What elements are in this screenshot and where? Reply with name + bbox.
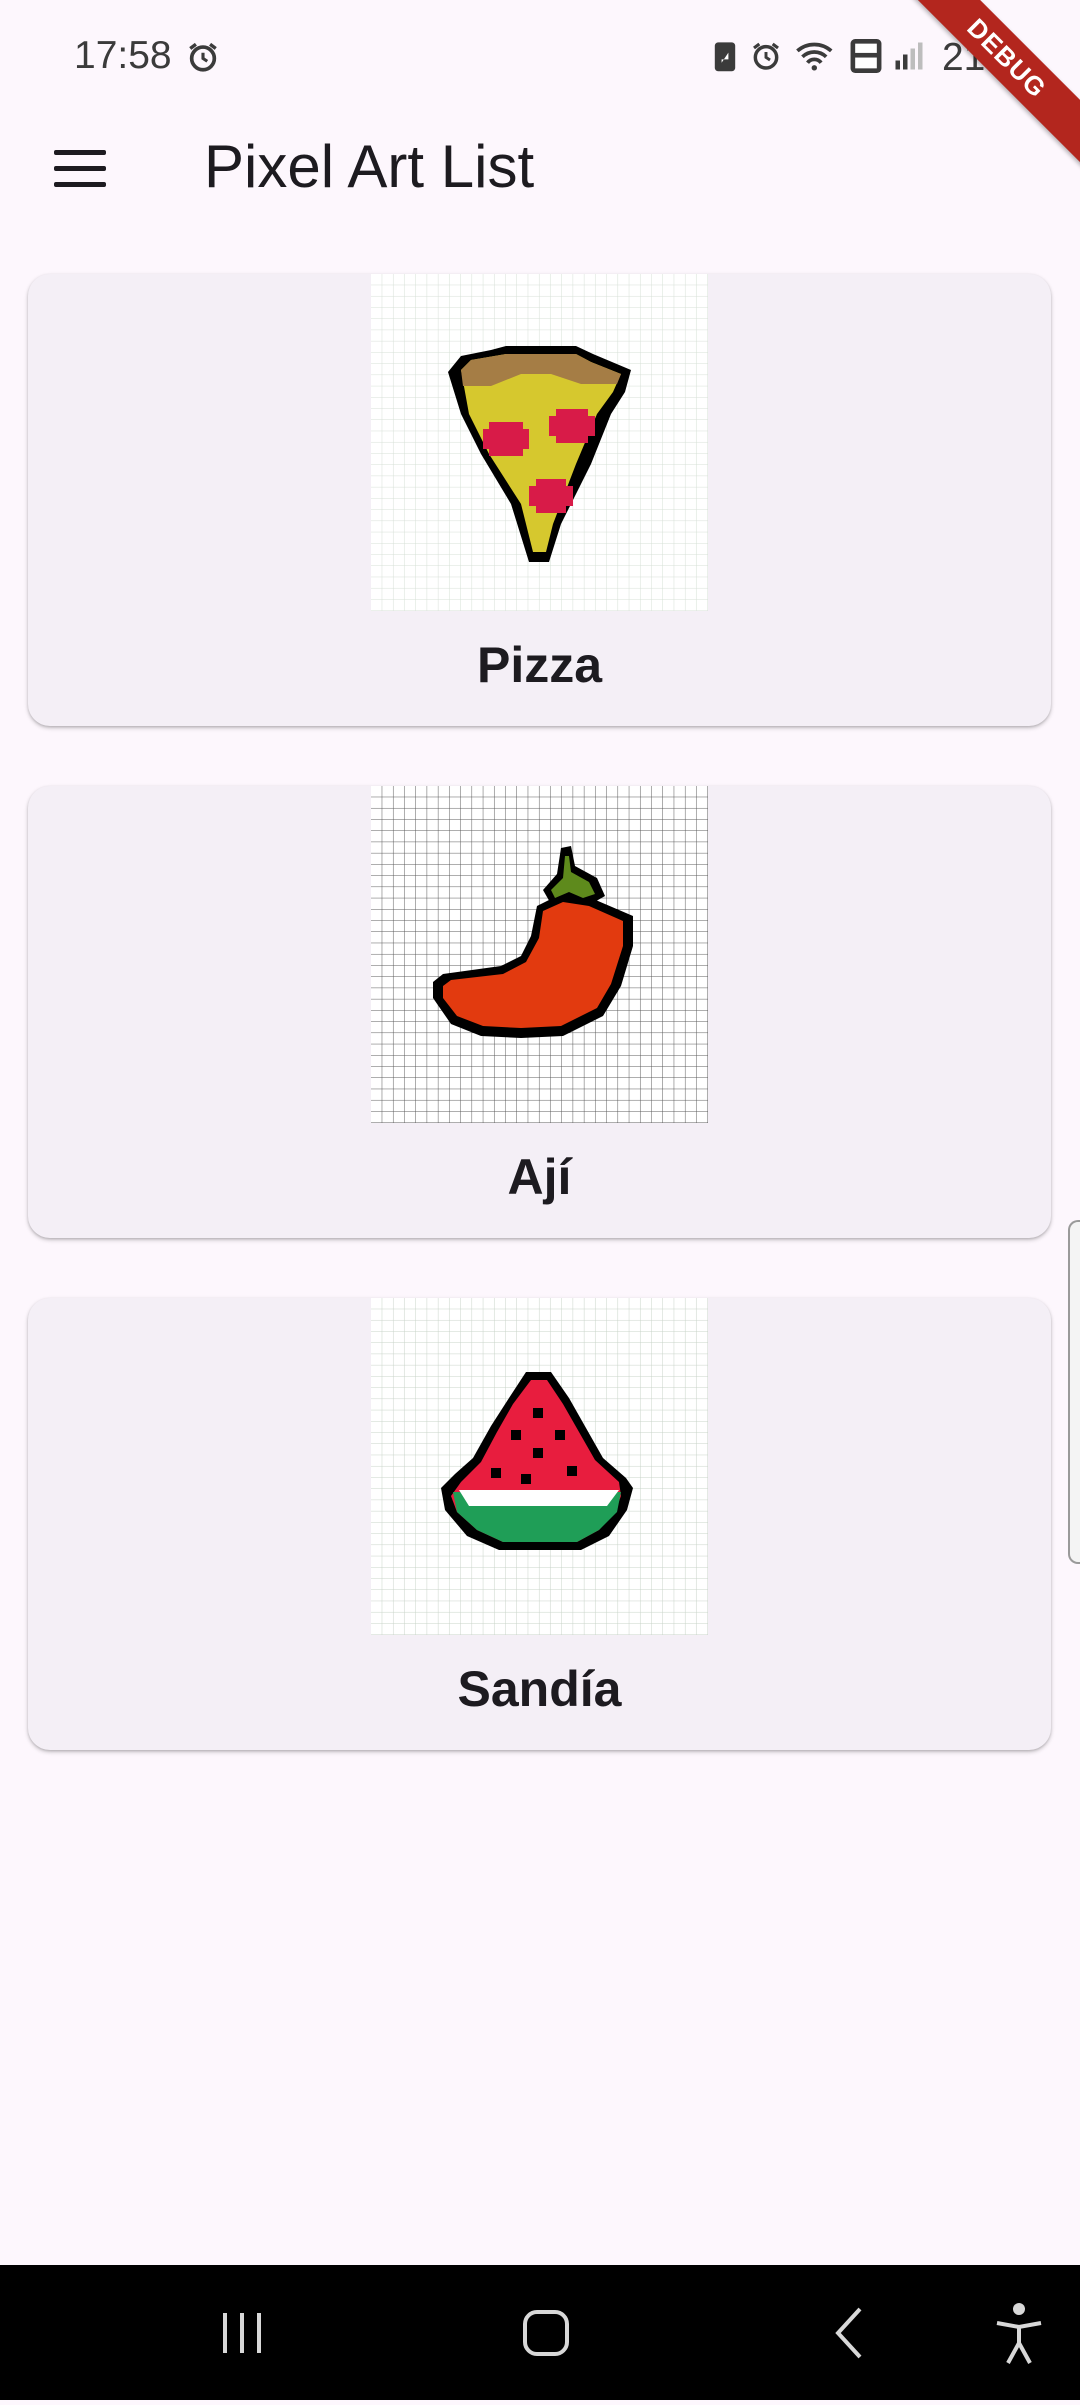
accessibility-icon xyxy=(996,2303,1042,2364)
app-bar: Pixel Art List xyxy=(0,118,1080,218)
wifi-icon xyxy=(794,39,838,78)
status-bar: 17:58 21% DEBUG xyxy=(0,0,1080,170)
alarm-icon xyxy=(186,40,220,79)
recent-apps-icon xyxy=(223,2313,261,2353)
home-icon xyxy=(523,2310,569,2356)
item-label: Pizza xyxy=(476,637,603,693)
accessibility-button[interactable] xyxy=(952,2265,1080,2400)
signal-icon xyxy=(894,40,924,77)
back-button[interactable] xyxy=(782,2265,917,2400)
menu-button[interactable] xyxy=(42,130,118,206)
hamburger-menu-icon xyxy=(54,150,106,155)
chili-pepper-pixel-art xyxy=(371,786,708,1123)
scroll-handle[interactable] xyxy=(1068,1220,1080,1564)
item-label: Sandía xyxy=(457,1661,622,1717)
recent-apps-button[interactable] xyxy=(175,2265,310,2400)
page-title: Pixel Art List xyxy=(204,133,535,200)
battery-saver-icon xyxy=(712,39,738,78)
list-item-aji[interactable]: Ají xyxy=(28,786,1051,1238)
item-label: Ají xyxy=(507,1149,572,1205)
home-button[interactable] xyxy=(478,2265,613,2400)
list-item-pizza[interactable]: Pizza xyxy=(28,274,1051,726)
system-navigation-bar xyxy=(0,2265,1080,2400)
alarm-icon-small xyxy=(750,40,782,77)
status-time: 17:58 xyxy=(74,34,172,77)
list-item-sandia[interactable]: Sandía xyxy=(28,1298,1051,1750)
pizza-pixel-art xyxy=(371,274,708,611)
volte-4g-icon xyxy=(850,38,882,78)
back-icon xyxy=(835,2307,862,2359)
watermelon-pixel-art xyxy=(371,1298,708,1635)
